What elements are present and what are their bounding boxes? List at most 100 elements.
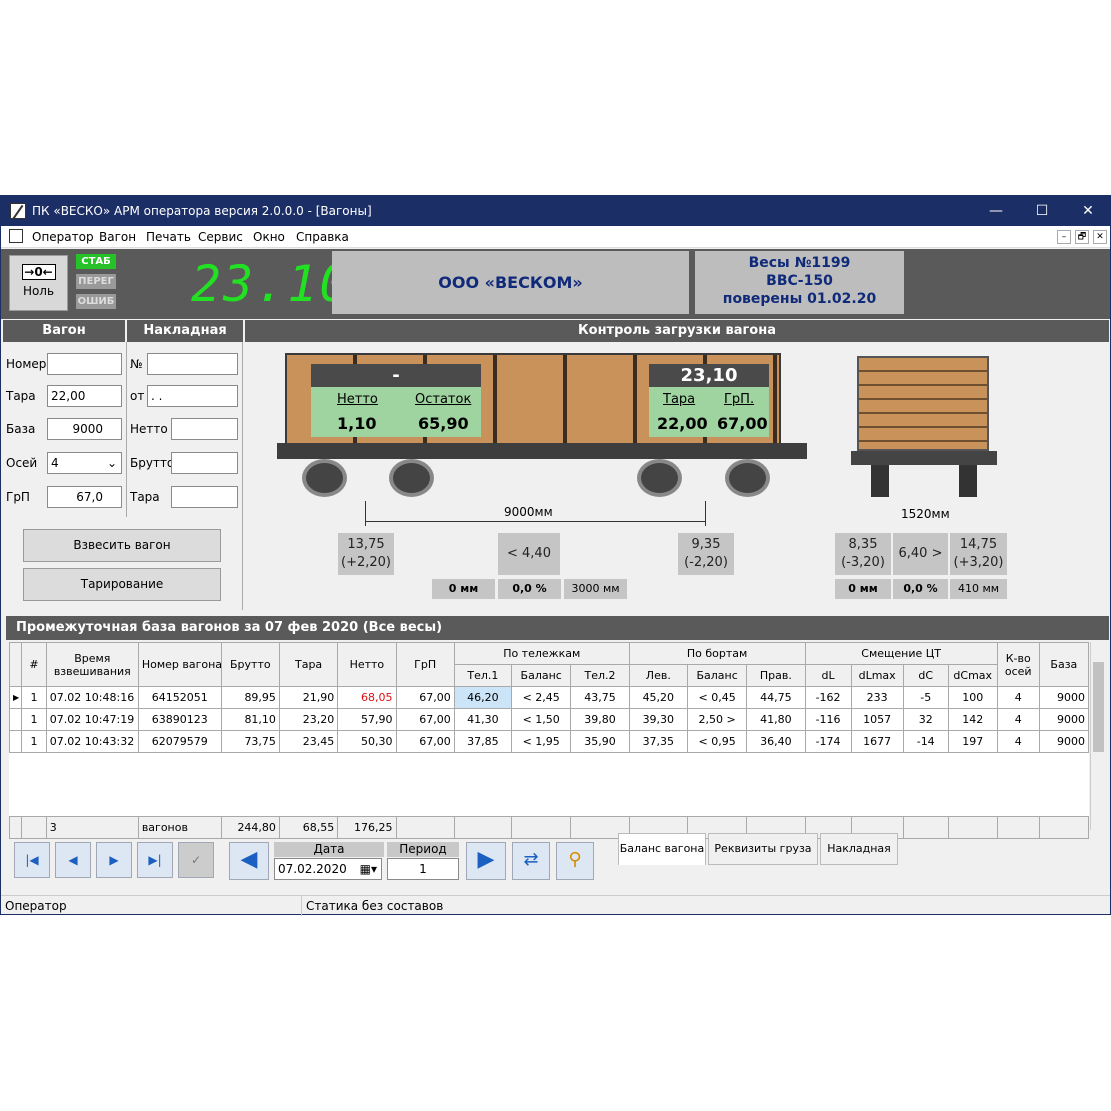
cell[interactable]: 1057 xyxy=(850,708,904,731)
cell[interactable]: 21,90 xyxy=(278,686,339,709)
cell[interactable]: 2,50 > xyxy=(686,708,748,731)
maximize-button[interactable]: ☐ xyxy=(1019,196,1065,226)
cell[interactable]: 43,75 xyxy=(570,686,630,709)
cell[interactable]: 37,85 xyxy=(453,730,513,753)
close-button[interactable]: ✕ xyxy=(1065,196,1111,226)
col-header-grp[interactable]: ГрП xyxy=(395,642,455,687)
col-header-t1[interactable]: Тел.1 xyxy=(453,664,513,687)
cell[interactable]: < 1,95 xyxy=(511,730,572,753)
grp-input[interactable]: 67,0 xyxy=(47,486,122,508)
col-header-axles[interactable]: К-во осей xyxy=(996,642,1040,687)
cell[interactable]: 41,30 xyxy=(453,708,513,731)
cell[interactable]: 23,45 xyxy=(278,730,339,753)
tab-invoice[interactable]: Накладная xyxy=(820,833,898,865)
cell[interactable]: 64152051 xyxy=(137,686,222,709)
col-header-time[interactable]: Время взвешивания xyxy=(45,642,139,687)
tab-cargo-details[interactable]: Реквизиты груза xyxy=(708,833,818,865)
next-record-button[interactable]: ▶ xyxy=(96,842,132,878)
number-input[interactable] xyxy=(47,353,122,375)
table-row[interactable]: 1 07.02 10:47:19 63890123 81,10 23,20 57… xyxy=(8,708,1090,731)
cell[interactable]: 1 xyxy=(21,708,47,731)
col-header-num[interactable]: # xyxy=(21,642,47,687)
menu-service[interactable]: Сервис xyxy=(198,230,243,244)
calendar-icon[interactable]: ▦▾ xyxy=(360,862,377,876)
cell[interactable]: 1677 xyxy=(850,730,904,753)
cell[interactable]: 100 xyxy=(947,686,998,709)
date-input[interactable]: 07.02.2020 ▦▾ xyxy=(274,858,382,880)
cell[interactable]: < 2,45 xyxy=(511,686,572,709)
cell[interactable]: 23,20 xyxy=(278,708,339,731)
cell[interactable]: 1 xyxy=(21,686,47,709)
col-header-netto[interactable]: Нетто xyxy=(337,642,397,687)
cell[interactable]: 73,75 xyxy=(220,730,280,753)
col-header-brutto[interactable]: Брутто xyxy=(220,642,280,687)
menu-help[interactable]: Справка xyxy=(296,230,349,244)
cell[interactable]: 67,00 xyxy=(395,730,455,753)
col-header-dcmax[interactable]: dCmax xyxy=(947,664,998,687)
cell[interactable]: 9000 xyxy=(1038,686,1090,709)
post-button[interactable]: ✓ xyxy=(178,842,214,878)
mdi-restore-button[interactable]: 🗗 xyxy=(1075,230,1089,244)
vertical-scrollbar[interactable] xyxy=(1090,642,1105,830)
cell[interactable]: 1 xyxy=(21,730,47,753)
tab-wagon-balance[interactable]: Баланс вагона xyxy=(618,833,706,865)
invoice-date-input[interactable]: . . xyxy=(147,385,238,407)
menu-wagon[interactable]: Вагон xyxy=(99,230,136,244)
cell[interactable]: 07.02 10:47:19 xyxy=(45,708,139,731)
cell[interactable]: 57,90 xyxy=(337,708,397,731)
col-header-right[interactable]: Прав. xyxy=(746,664,806,687)
cell[interactable]: 39,30 xyxy=(628,708,688,731)
cell[interactable]: 39,80 xyxy=(570,708,630,731)
last-record-button[interactable]: ▶| xyxy=(137,842,173,878)
menu-print[interactable]: Печать xyxy=(146,230,191,244)
cell[interactable]: -162 xyxy=(804,686,852,709)
col-header-balance[interactable]: Баланс xyxy=(511,664,572,687)
table-row[interactable]: 1 07.02 10:43:32 62079579 73,75 23,45 50… xyxy=(8,730,1090,753)
col-header-base[interactable]: База xyxy=(1038,642,1090,687)
zero-button[interactable]: →0← Ноль xyxy=(9,255,68,311)
invoice-tara-input[interactable] xyxy=(171,486,238,508)
cell[interactable]: 63890123 xyxy=(137,708,222,731)
menu-window[interactable]: Окно xyxy=(253,230,285,244)
cell[interactable]: 41,80 xyxy=(746,708,806,731)
search-button[interactable]: ⚲ xyxy=(556,842,594,880)
col-header-side-balance[interactable]: Баланс xyxy=(686,664,748,687)
cell[interactable]: 197 xyxy=(947,730,998,753)
cell[interactable]: 67,00 xyxy=(395,708,455,731)
cell[interactable]: -5 xyxy=(902,686,949,709)
tara-input[interactable]: 22,00 xyxy=(47,385,122,407)
cell[interactable]: < 0,95 xyxy=(686,730,748,753)
invoice-brutto-input[interactable] xyxy=(171,452,238,474)
minimize-button[interactable]: — xyxy=(973,196,1019,226)
cell[interactable]: 4 xyxy=(996,686,1040,709)
cell[interactable]: < 0,45 xyxy=(686,686,748,709)
col-header-wagon[interactable]: Номер вагона xyxy=(137,642,222,687)
cell[interactable]: 50,30 xyxy=(337,730,397,753)
invoice-netto-input[interactable] xyxy=(171,418,238,440)
cell[interactable]: 81,10 xyxy=(220,708,280,731)
cell[interactable]: 233 xyxy=(850,686,904,709)
first-record-button[interactable]: |◀ xyxy=(14,842,50,878)
cell[interactable]: 36,40 xyxy=(746,730,806,753)
cell[interactable]: -14 xyxy=(902,730,949,753)
cell[interactable]: -116 xyxy=(804,708,852,731)
mdi-close-button[interactable]: ✕ xyxy=(1093,230,1107,244)
col-header-dlmax[interactable]: dLmax xyxy=(850,664,904,687)
mdi-minimize-button[interactable]: – xyxy=(1057,230,1071,244)
cell[interactable]: 4 xyxy=(996,730,1040,753)
next-period-button[interactable]: ▶ xyxy=(466,842,506,880)
col-header-dc[interactable]: dC xyxy=(902,664,949,687)
base-input[interactable]: 9000 xyxy=(47,418,122,440)
cell[interactable]: 4 xyxy=(996,708,1040,731)
scrollbar-thumb[interactable] xyxy=(1093,662,1104,752)
cell[interactable]: 37,35 xyxy=(628,730,688,753)
cell[interactable]: 142 xyxy=(947,708,998,731)
cell[interactable]: 68,05 xyxy=(337,686,397,709)
cell[interactable]: 44,75 xyxy=(746,686,806,709)
cell[interactable]: 07.02 10:43:32 xyxy=(45,730,139,753)
prev-record-button[interactable]: ◀ xyxy=(55,842,91,878)
col-header-t2[interactable]: Тел.2 xyxy=(570,664,630,687)
axles-select[interactable]: 4 ⌄ xyxy=(47,452,122,474)
invoice-no-input[interactable] xyxy=(147,353,238,375)
cell[interactable]: 46,20 xyxy=(453,686,513,709)
